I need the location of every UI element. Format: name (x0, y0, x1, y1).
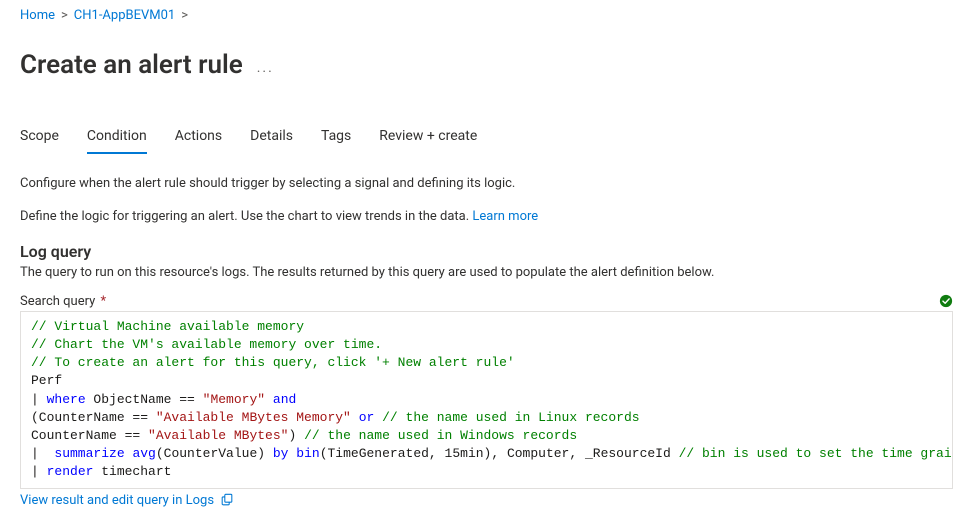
breadcrumb-separator-icon: > (61, 8, 68, 23)
tab-review-create[interactable]: Review + create (379, 128, 477, 154)
page-title-row: Create an alert rule ... (20, 33, 953, 98)
code-line: | summarize avg(CounterValue) by bin(Tim… (31, 446, 953, 461)
breadcrumb-separator-icon: > (181, 8, 188, 23)
field-label: Search query * (20, 294, 106, 309)
intro-text-2: Define the logic for triggering an alert… (20, 209, 953, 224)
view-in-logs-link[interactable]: View result and edit query in Logs (20, 493, 234, 508)
intro-text-2-prefix: Define the logic for triggering an alert… (20, 209, 472, 224)
section-description: The query to run on this resource's logs… (20, 265, 953, 280)
tab-details[interactable]: Details (250, 128, 293, 154)
required-indicator-icon: * (97, 294, 106, 309)
tab-tags[interactable]: Tags (321, 128, 351, 154)
field-label-row: Search query * (20, 294, 953, 309)
external-link-icon (220, 493, 234, 507)
breadcrumb-resource-link[interactable]: CH1-AppBEVM01 (74, 8, 175, 23)
tab-actions[interactable]: Actions (175, 128, 222, 154)
code-line: Perf (31, 373, 62, 388)
code-comment: // Virtual Machine available memory (31, 319, 304, 334)
tab-scope[interactable]: Scope (20, 128, 59, 154)
section-heading: Log query (20, 242, 953, 261)
code-line: | where ObjectName == "Memory" and (31, 392, 296, 407)
code-line: | render timechart (31, 464, 171, 479)
more-actions-button[interactable]: ... (257, 54, 274, 76)
code-comment: // Chart the VM's available memory over … (31, 337, 382, 352)
breadcrumb: Home > CH1-AppBEVM01 > (20, 8, 953, 23)
tab-bar: Scope Condition Actions Details Tags Rev… (20, 128, 953, 154)
tab-condition[interactable]: Condition (87, 128, 147, 154)
code-line: (CounterName == "Available MBytes Memory… (31, 410, 640, 425)
learn-more-link[interactable]: Learn more (472, 209, 538, 224)
intro-text: Configure when the alert rule should tri… (20, 176, 953, 191)
view-in-logs-label: View result and edit query in Logs (20, 493, 214, 508)
code-line: CounterName == "Available MBytes") // th… (31, 428, 577, 443)
code-comment: // To create an alert for this query, cl… (31, 355, 515, 370)
page-title: Create an alert rule (20, 50, 243, 80)
search-query-editor[interactable]: // Virtual Machine available memory // C… (20, 311, 953, 489)
breadcrumb-home-link[interactable]: Home (20, 8, 55, 23)
field-label-text: Search query (20, 294, 95, 309)
validation-success-icon (939, 294, 953, 308)
